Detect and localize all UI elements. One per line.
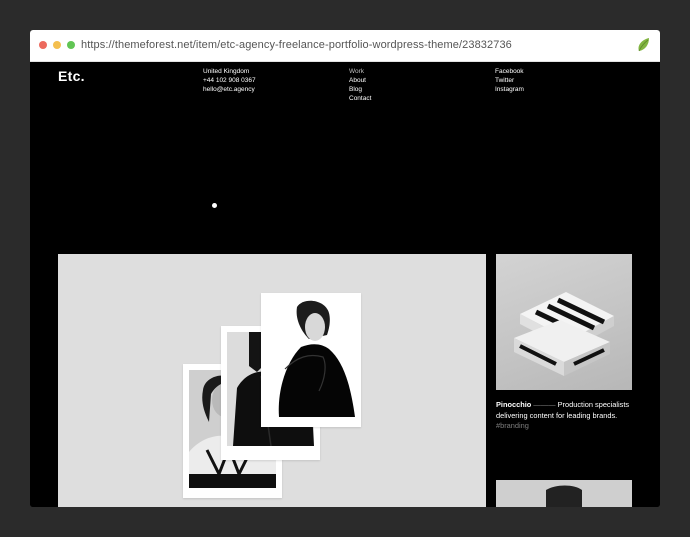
browser-toolbar: https://themeforest.net/item/etc-agency-… bbox=[30, 30, 660, 62]
browser-window: https://themeforest.net/item/etc-agency-… bbox=[30, 30, 660, 507]
project-card-next-image[interactable] bbox=[496, 480, 632, 507]
project-tag[interactable]: #branding bbox=[496, 421, 636, 432]
featured-project-image[interactable] bbox=[58, 254, 486, 507]
contact-email[interactable]: hello@etc.agency bbox=[203, 85, 256, 94]
caption-separator: ——— bbox=[533, 400, 558, 409]
contact-info: United Kingdom +44 102 908 0367 hello@et… bbox=[203, 67, 256, 94]
custom-cursor-dot bbox=[212, 203, 217, 208]
nav-item-contact[interactable]: Contact bbox=[349, 94, 371, 103]
nav-item-blog[interactable]: Blog bbox=[349, 85, 371, 94]
nav-item-work[interactable]: Work bbox=[349, 67, 371, 76]
project-card-pinocchio-caption: Pinocchio ——— Production specialists del… bbox=[496, 400, 636, 432]
photo-card-3 bbox=[261, 293, 361, 427]
project-name[interactable]: Pinocchio bbox=[496, 400, 531, 409]
maximize-window-dot[interactable] bbox=[67, 41, 75, 49]
site-page: Etc. United Kingdom +44 102 908 0367 hel… bbox=[30, 62, 660, 507]
minimize-window-dot[interactable] bbox=[53, 41, 61, 49]
nav-item-about[interactable]: About bbox=[349, 76, 371, 85]
social-links: Facebook Twitter Instagram bbox=[495, 67, 524, 94]
project-card-pinocchio-image[interactable] bbox=[496, 254, 632, 390]
social-link-twitter[interactable]: Twitter bbox=[495, 76, 524, 85]
envato-leaf-icon[interactable] bbox=[635, 37, 651, 53]
social-link-instagram[interactable]: Instagram bbox=[495, 85, 524, 94]
portrait-photo-3 bbox=[267, 299, 355, 417]
close-window-dot[interactable] bbox=[39, 41, 47, 49]
social-link-facebook[interactable]: Facebook bbox=[495, 67, 524, 76]
contact-phone[interactable]: +44 102 908 0367 bbox=[203, 76, 256, 85]
address-bar[interactable]: https://themeforest.net/item/etc-agency-… bbox=[81, 39, 512, 51]
site-logo[interactable]: Etc. bbox=[58, 68, 85, 84]
contact-location: United Kingdom bbox=[203, 68, 250, 75]
main-nav: Work About Blog Contact bbox=[349, 67, 371, 103]
